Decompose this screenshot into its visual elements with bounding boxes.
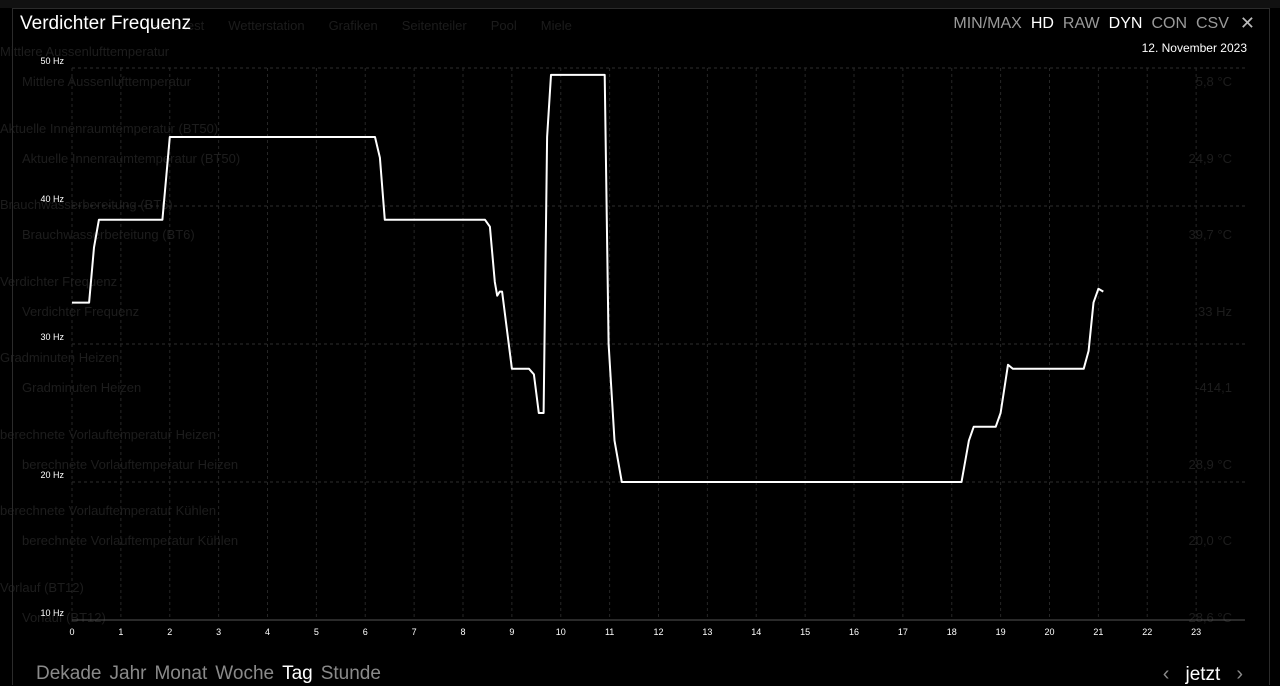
x-tick-label: 19: [996, 627, 1006, 637]
line-chart: 10 Hz20 Hz30 Hz40 Hz50 Hz0 1 2 3 4 5 6 7 8 9 10 11 1…: [40, 56, 1245, 637]
x-tick-label: 21: [1093, 627, 1103, 637]
x-tick-label: 15: [800, 627, 810, 637]
x-tick-label: 22: [1142, 627, 1152, 637]
x-tick-label: 23: [1191, 627, 1201, 637]
x-tick-label: 13: [702, 627, 712, 637]
x-tick-label: 6: [363, 627, 368, 637]
x-tick-label: 8: [460, 627, 465, 637]
y-tick-label: 50 Hz: [40, 56, 64, 66]
y-tick-label: 40 Hz: [40, 194, 64, 204]
series-line: [72, 73, 1104, 483]
x-tick-label: 3: [216, 627, 221, 637]
x-tick-label: 16: [849, 627, 859, 637]
y-tick-label: 30 Hz: [40, 332, 64, 342]
x-tick-label: 20: [1044, 627, 1054, 637]
x-tick-label: 18: [947, 627, 957, 637]
x-tick-label: 17: [898, 627, 908, 637]
x-tick-label: 0: [69, 627, 74, 637]
x-tick-label: 9: [509, 627, 514, 637]
x-tick-label: 10: [556, 627, 566, 637]
y-tick-label: 20 Hz: [40, 470, 64, 480]
x-tick-label: 2: [167, 627, 172, 637]
x-tick-label: 4: [265, 627, 270, 637]
x-tick-label: 14: [751, 627, 761, 637]
x-tick-label: 7: [412, 627, 417, 637]
x-tick-label: 1: [118, 627, 123, 637]
x-tick-label: 11: [605, 627, 614, 637]
x-tick-label: 12: [653, 627, 663, 637]
x-tick-label: 5: [314, 627, 319, 637]
y-tick-label: 10 Hz: [40, 608, 64, 618]
